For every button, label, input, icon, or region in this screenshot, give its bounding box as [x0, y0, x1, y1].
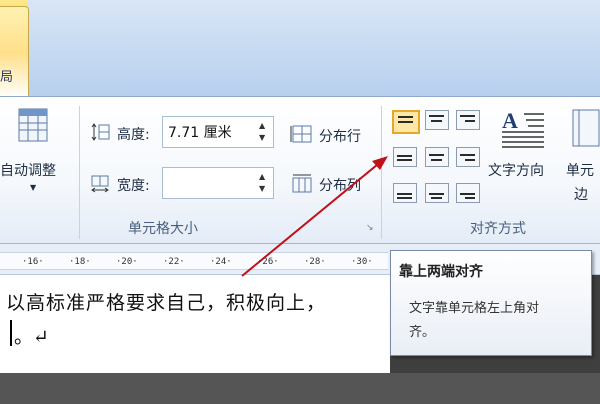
ruler-tick-label: ·28·	[304, 257, 326, 267]
ruler-tick-label: ·26·	[257, 257, 279, 267]
ruler-tick-label: ·24·	[210, 257, 232, 267]
annotation-arrow	[241, 156, 388, 277]
ruler-tick-label: ·18·	[69, 257, 91, 267]
ruler-tick-label: ·30·	[351, 257, 373, 267]
ruler-tick-label: ·20·	[116, 257, 138, 267]
ruler-tick-label: ·22·	[163, 257, 185, 267]
ruler-tick-label: ·16·	[22, 257, 44, 267]
word-window: 局 自动调整 ▼ 高度: 7.71 厘米 ▲ ▼ 宽度: ▲ ▼ 分布行 分布列…	[0, 0, 600, 404]
